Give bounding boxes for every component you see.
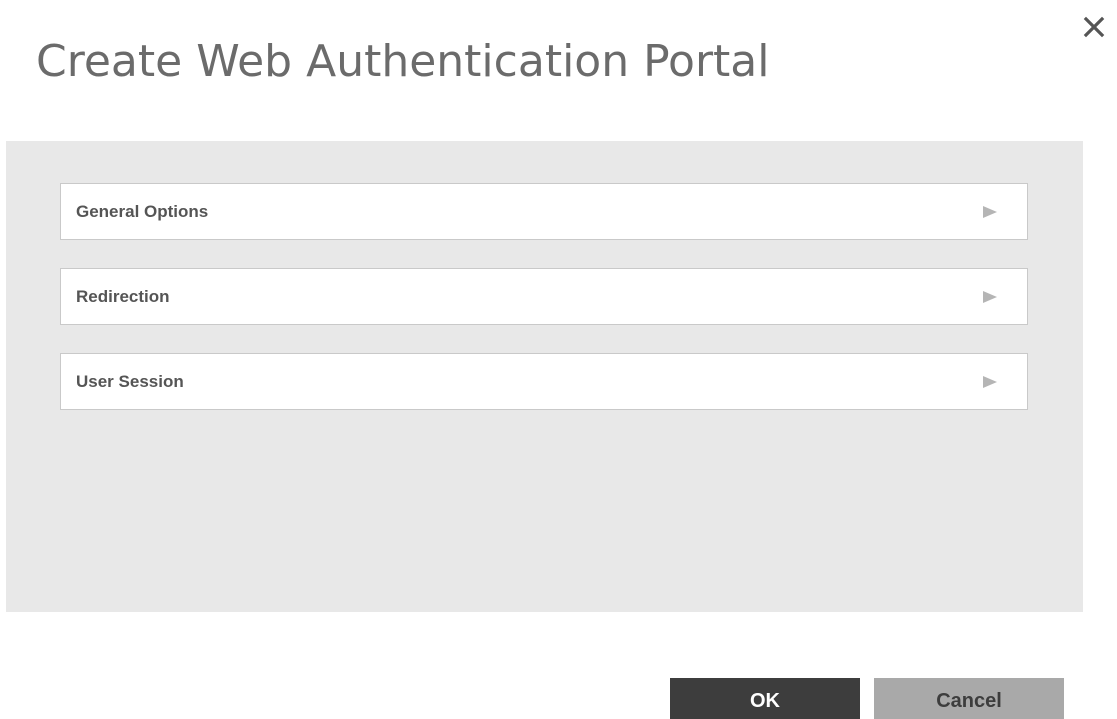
section-label: General Options [76, 201, 209, 221]
section-label: Redirection [76, 286, 170, 306]
close-icon [1083, 16, 1105, 38]
close-button[interactable] [1079, 12, 1109, 42]
dialog-title: Create Web Authentication Portal [36, 36, 770, 87]
sections-panel: General Options Redirection User Session [6, 141, 1083, 612]
section-label: User Session [76, 371, 184, 391]
section-user-session[interactable]: User Session [60, 353, 1028, 410]
section-redirection[interactable]: Redirection [60, 268, 1028, 325]
expand-arrow-icon [983, 375, 997, 388]
section-general-options[interactable]: General Options [60, 183, 1028, 240]
cancel-button[interactable]: Cancel [874, 678, 1064, 719]
create-web-auth-portal-dialog: Create Web Authentication Portal General… [0, 0, 1117, 719]
ok-button[interactable]: OK [670, 678, 860, 719]
expand-arrow-icon [983, 205, 997, 218]
expand-arrow-icon [983, 290, 997, 303]
